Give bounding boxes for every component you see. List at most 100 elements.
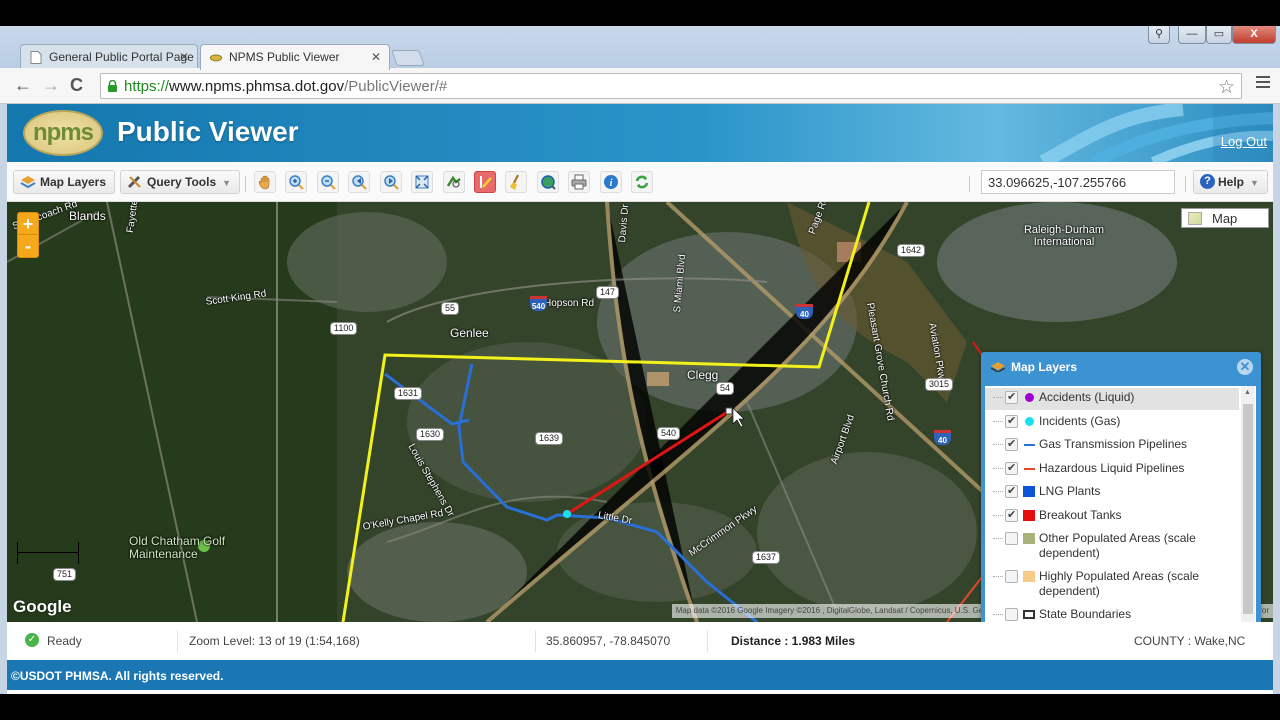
- toolbar: Map Layers Query Tools ▼ i ? Help ▼: [7, 162, 1273, 202]
- print-button[interactable]: [568, 171, 590, 193]
- zoom-to-location-icon: [541, 175, 556, 190]
- road-label: Hopson Rd: [544, 298, 595, 309]
- zoom-out-button[interactable]: -: [18, 235, 38, 257]
- pan-hand-icon: [258, 175, 270, 190]
- scroll-thumb[interactable]: [1243, 404, 1253, 614]
- help-button[interactable]: ? Help ▼: [1193, 170, 1268, 194]
- zoom-in-button[interactable]: +: [18, 213, 38, 235]
- measure-distance-icon: [480, 176, 492, 188]
- url-host: www.npms.phmsa.dot.gov: [169, 78, 345, 95]
- print-icon: [571, 174, 587, 190]
- map-layers-panel: Map Layers ✕ Accidents (Liquid) Incidents…: [981, 352, 1261, 622]
- info-button[interactable]: i: [600, 171, 622, 193]
- tab-general-public-portal[interactable]: General Public Portal Page ✕: [20, 44, 198, 70]
- layer-label: Other Populated Areas (scale dependent): [1039, 531, 1196, 560]
- zoom-control: + -: [17, 212, 39, 258]
- layer-checkbox[interactable]: [1005, 484, 1018, 498]
- zoom-to-location-button[interactable]: [537, 171, 559, 193]
- layer-item[interactable]: Hazardous Liquid Pipelines: [985, 459, 1239, 481]
- minimize-button[interactable]: —: [1178, 26, 1206, 44]
- status-bar: ✓ Ready Zoom Level: 13 of 19 (1:54,168) …: [7, 622, 1273, 660]
- route-shield: 1642: [897, 244, 926, 257]
- layer-item[interactable]: Other Populated Areas (scale dependent): [985, 529, 1239, 565]
- tree-connector: [993, 614, 1003, 615]
- close-icon[interactable]: ✕: [1237, 359, 1253, 375]
- logout-link[interactable]: Log Out: [1221, 134, 1267, 149]
- layer-checkbox[interactable]: [1005, 570, 1018, 583]
- layer-symbol-icon: [1024, 467, 1035, 470]
- tree-connector: [993, 467, 1003, 469]
- layers-icon: [991, 362, 1005, 372]
- back-arrow-icon[interactable]: ←: [14, 75, 32, 96]
- pan-hand-button[interactable]: [254, 171, 276, 193]
- layer-item[interactable]: LNG Plants: [985, 482, 1239, 504]
- new-tab-button[interactable]: [391, 50, 425, 66]
- close-tab-icon[interactable]: ✕: [179, 50, 189, 64]
- layer-checkbox[interactable]: [1005, 390, 1018, 404]
- layer-item[interactable]: Highly Populated Areas (scale dependent): [985, 567, 1239, 603]
- layer-checkbox[interactable]: [1005, 608, 1018, 621]
- clear-graphics-button[interactable]: [505, 171, 527, 193]
- close-tab-icon[interactable]: ✕: [371, 50, 381, 64]
- refresh-button[interactable]: [631, 171, 653, 193]
- layers-panel-header[interactable]: Map Layers ✕: [981, 352, 1261, 382]
- query-tools-button[interactable]: Query Tools ▼: [120, 170, 241, 194]
- tree-connector: [993, 397, 1003, 398]
- zoom-level-readout: Zoom Level: 13 of 19 (1:54,168): [189, 634, 360, 648]
- route-shield: 40: [934, 430, 951, 445]
- coordinate-search-input[interactable]: [981, 170, 1175, 194]
- layer-symbol-icon: [1023, 610, 1035, 619]
- layer-item[interactable]: Incidents (Gas): [985, 412, 1239, 434]
- map-layers-button[interactable]: Map Layers: [13, 170, 116, 194]
- route-shield: 540: [530, 296, 547, 311]
- help-label: Help: [1218, 175, 1245, 189]
- layer-checkbox[interactable]: [1005, 437, 1018, 451]
- zoom-in-button[interactable]: [285, 171, 307, 193]
- measure-distance-button[interactable]: [474, 171, 496, 193]
- layer-checkbox[interactable]: [1005, 508, 1018, 522]
- tree-connector: [993, 420, 1003, 422]
- profile-button[interactable]: ⚲: [1148, 26, 1170, 44]
- route-shield: 147: [596, 286, 620, 299]
- map-type-label: Map: [1212, 211, 1238, 226]
- county-readout: COUNTY : Wake,NC: [1134, 634, 1246, 648]
- bookmark-star-icon[interactable]: ☆: [1218, 76, 1235, 99]
- layer-checkbox[interactable]: [1005, 461, 1018, 475]
- url-field[interactable]: https://www.npms.phmsa.dot.gov/PublicVie…: [100, 73, 1242, 99]
- map-type-toggle[interactable]: Map: [1181, 208, 1269, 228]
- layers-list: Accidents (Liquid) Incidents (Gas) Gas Tra…: [985, 386, 1256, 622]
- layer-symbol-icon: [1023, 571, 1035, 582]
- full-extent-button[interactable]: [411, 171, 433, 193]
- reload-icon[interactable]: C: [70, 75, 83, 96]
- browser-menu-icon[interactable]: [1256, 76, 1270, 91]
- layer-item[interactable]: State Boundaries: [985, 605, 1239, 622]
- check-circle-icon: ✓: [25, 633, 39, 647]
- layers-scrollbar[interactable]: ▲ ▼: [1241, 386, 1255, 622]
- scroll-up-arrow-icon[interactable]: ▲: [1244, 389, 1251, 396]
- layer-checkbox[interactable]: [1005, 414, 1018, 428]
- tree-connector: [993, 514, 1003, 516]
- zoom-out-button[interactable]: [317, 171, 339, 193]
- divider: [535, 630, 536, 652]
- layer-item[interactable]: Gas Transmission Pipelines: [985, 435, 1239, 457]
- layers-icon: [20, 176, 36, 189]
- layer-item[interactable]: Accidents (Liquid): [985, 388, 1239, 410]
- route-shield: 55: [441, 302, 460, 315]
- identify-button[interactable]: [443, 171, 465, 193]
- forward-arrow-icon[interactable]: →: [42, 75, 60, 96]
- zoom-in-icon: [289, 175, 304, 190]
- place-label: Clegg: [687, 368, 719, 382]
- close-window-button[interactable]: X: [1232, 26, 1276, 44]
- layer-item[interactable]: Breakout Tanks: [985, 506, 1239, 528]
- tab-title: General Public Portal Page: [49, 50, 194, 64]
- layer-label: State Boundaries: [1039, 607, 1132, 621]
- zoom-previous-button[interactable]: [348, 171, 370, 193]
- clear-graphics-icon: [510, 174, 519, 190]
- zoom-next-button[interactable]: [380, 171, 402, 193]
- layer-checkbox[interactable]: [1005, 532, 1018, 545]
- route-shield: 40: [796, 304, 813, 319]
- refresh-icon: [635, 175, 649, 189]
- tab-npms-public-viewer[interactable]: NPMS Public Viewer ✕: [200, 44, 390, 70]
- maximize-button[interactable]: ▭: [1206, 26, 1232, 44]
- map-canvas[interactable]: Blands Genlee Clegg Raleigh-Durham Internat…: [7, 202, 1273, 622]
